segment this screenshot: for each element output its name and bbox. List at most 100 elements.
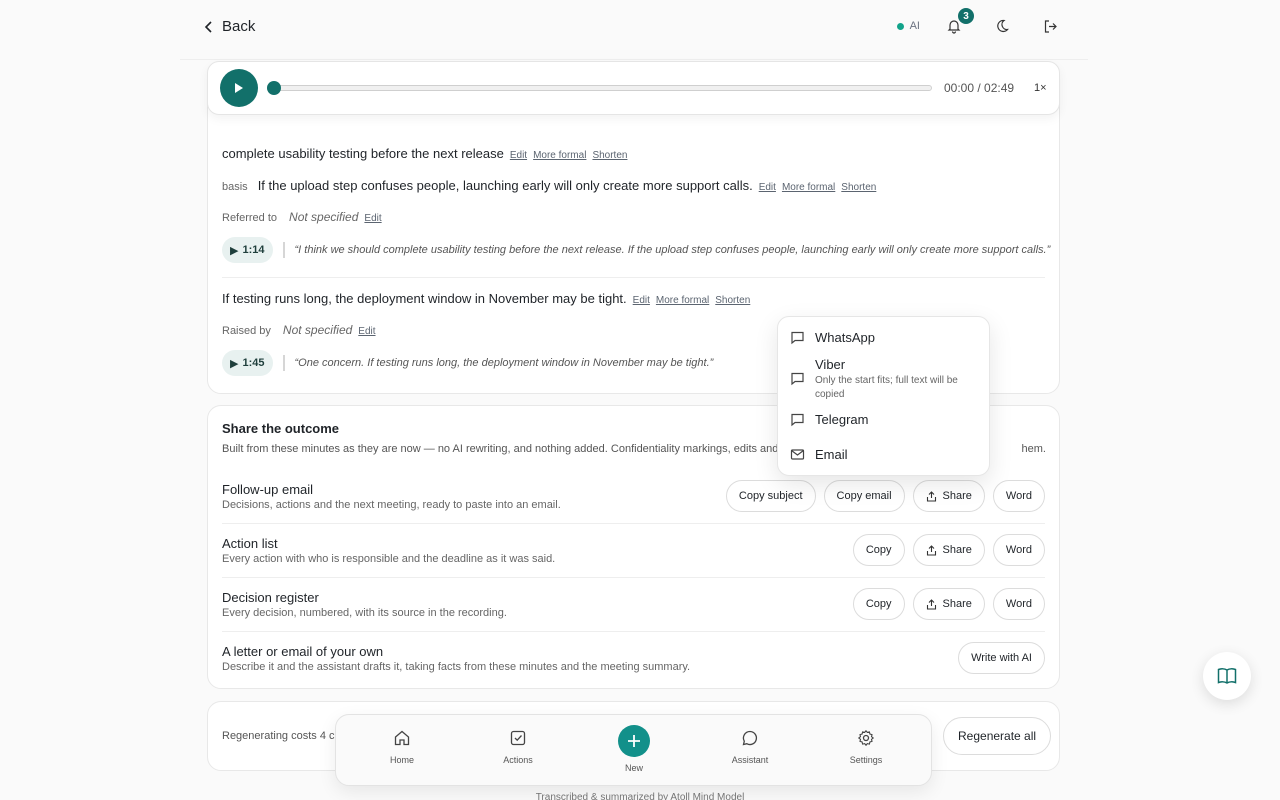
shorten-link[interactable]: Shorten xyxy=(841,182,876,193)
nav-assistant[interactable]: Assistant xyxy=(710,729,790,765)
play-button[interactable] xyxy=(220,69,258,107)
divider xyxy=(222,631,1045,632)
share-button[interactable]: Share xyxy=(912,588,985,620)
share-label: Share xyxy=(942,598,972,610)
theme-toggle-button[interactable] xyxy=(988,12,1016,40)
notifications-button[interactable]: 3 xyxy=(940,8,974,40)
share-whatsapp-label: WhatsApp xyxy=(815,330,875,345)
share-button[interactable]: Share xyxy=(912,480,985,512)
divider xyxy=(222,523,1045,524)
decision-register-title: Decision register xyxy=(222,590,319,605)
audio-time: 00:00 / 02:49 xyxy=(944,81,1015,95)
notification-badge: 3 xyxy=(958,8,974,24)
audio-player: 00:00 / 02:49 1× xyxy=(207,61,1060,115)
book-icon xyxy=(1217,668,1237,684)
copy-subject-button[interactable]: Copy subject xyxy=(725,480,816,512)
follow-up-email-desc: Decisions, actions and the next meeting,… xyxy=(222,499,561,511)
referred-label: Referred to xyxy=(222,212,278,224)
message-icon xyxy=(791,413,804,427)
share-description-start: Built from these minutes as they are now… xyxy=(222,443,779,455)
new-button[interactable] xyxy=(618,725,650,757)
more-formal-link[interactable]: More formal xyxy=(656,295,709,306)
copy-email-button[interactable]: Copy email xyxy=(823,480,905,512)
back-button[interactable]: Back xyxy=(204,18,255,35)
share-label: Share xyxy=(942,490,972,502)
ai-status: AI xyxy=(896,20,920,32)
share-viber-label: Viber xyxy=(815,357,846,372)
basis-text: If the upload step confuses people, laun… xyxy=(257,178,753,193)
logout-button[interactable] xyxy=(1036,12,1064,40)
nav-new-label: New xyxy=(624,763,643,773)
play-small-icon: ▶ xyxy=(230,244,239,257)
playback-speed-button[interactable]: 1× xyxy=(1034,82,1047,94)
write-with-ai-button[interactable]: Write with AI xyxy=(958,642,1045,674)
share-viber-note: Only the start fits; full text will be c… xyxy=(815,375,958,400)
share-telegram-label: Telegram xyxy=(815,412,869,427)
share-viber-item[interactable]: Viber Only the start fits; full text wil… xyxy=(790,357,985,402)
footer-credit: Transcribed & summarized by Atoll Mind M… xyxy=(535,792,745,800)
copy-button[interactable]: Copy xyxy=(852,588,905,620)
plus-icon xyxy=(628,735,640,747)
guide-button[interactable] xyxy=(1203,652,1251,700)
moon-icon xyxy=(997,19,1009,32)
nav-assistant-label: Assistant xyxy=(731,755,769,765)
action-item-text: complete usability testing before the ne… xyxy=(222,146,504,161)
more-formal-link[interactable]: More formal xyxy=(782,182,835,193)
back-label: Back xyxy=(222,18,256,35)
nav-settings[interactable]: Settings xyxy=(826,729,906,765)
risk-item: If testing runs long, the deployment win… xyxy=(222,291,750,306)
action-list-actions: Copy Share Word xyxy=(852,534,1045,566)
timestamp-label: 1:45 xyxy=(242,357,265,369)
shorten-link[interactable]: Shorten xyxy=(715,295,750,306)
regenerate-all-button[interactable]: Regenerate all xyxy=(943,717,1052,755)
audio-progress-handle[interactable] xyxy=(267,81,281,95)
quote-text: “One concern. If testing runs long, the … xyxy=(282,355,713,371)
action-list-title: Action list xyxy=(222,536,278,551)
word-button[interactable]: Word xyxy=(992,588,1045,620)
basis-row: basis If the upload step confuses people… xyxy=(222,178,876,193)
word-button[interactable]: Word xyxy=(992,480,1045,512)
edit-link[interactable]: Edit xyxy=(364,213,381,224)
custom-letter-actions: Write with AI xyxy=(958,642,1045,674)
chat-bubble-icon xyxy=(742,730,758,746)
share-label: Share xyxy=(942,544,972,556)
timestamp-play-button[interactable]: ▶ 1:14 xyxy=(222,237,273,263)
share-telegram-item[interactable]: Telegram xyxy=(790,412,868,427)
referred-value: Not specified xyxy=(289,210,359,224)
ai-label: AI xyxy=(909,20,920,32)
divider xyxy=(222,577,1045,578)
custom-letter-title: A letter or email of your own xyxy=(222,644,384,659)
copy-button[interactable]: Copy xyxy=(852,534,905,566)
edit-link[interactable]: Edit xyxy=(759,182,776,193)
edit-link[interactable]: Edit xyxy=(510,150,527,161)
share-icon xyxy=(926,544,936,556)
more-formal-link[interactable]: More formal xyxy=(533,150,586,161)
timestamp-play-button[interactable]: ▶ 1:45 xyxy=(222,350,273,376)
nav-new[interactable]: New xyxy=(594,725,674,773)
nav-home-label: Home xyxy=(389,755,414,765)
edit-link[interactable]: Edit xyxy=(633,295,650,306)
nav-actions-label: Actions xyxy=(503,755,533,765)
divider xyxy=(222,277,1045,278)
shorten-link[interactable]: Shorten xyxy=(592,150,627,161)
message-icon xyxy=(791,372,804,386)
top-bar: Back AI 3 xyxy=(180,0,1088,60)
word-button[interactable]: Word xyxy=(992,534,1045,566)
referred-row: Referred to Not specified Edit xyxy=(222,210,382,224)
action-list-desc: Every action with who is responsible and… xyxy=(222,553,556,565)
share-icon xyxy=(926,490,936,502)
raised-row: Raised by Not specified Edit xyxy=(222,323,376,337)
nav-actions[interactable]: Actions xyxy=(478,729,558,765)
edit-link[interactable]: Edit xyxy=(358,326,375,337)
quote-row: ▶ 1:45 “One concern. If testing runs lon… xyxy=(222,350,713,376)
home-icon xyxy=(394,730,410,746)
nav-home[interactable]: Home xyxy=(362,729,442,765)
share-whatsapp-item[interactable]: WhatsApp xyxy=(790,330,875,345)
timestamp-label: 1:14 xyxy=(242,244,265,256)
audio-progress-track[interactable] xyxy=(267,81,932,95)
regenerate-cost-text: Regenerating costs 4 cr xyxy=(222,730,339,742)
share-email-item[interactable]: Email xyxy=(790,447,848,462)
share-button[interactable]: Share xyxy=(912,534,985,566)
ai-status-dot xyxy=(896,22,904,30)
decision-register-desc: Every decision, numbered, with its sourc… xyxy=(222,607,507,619)
